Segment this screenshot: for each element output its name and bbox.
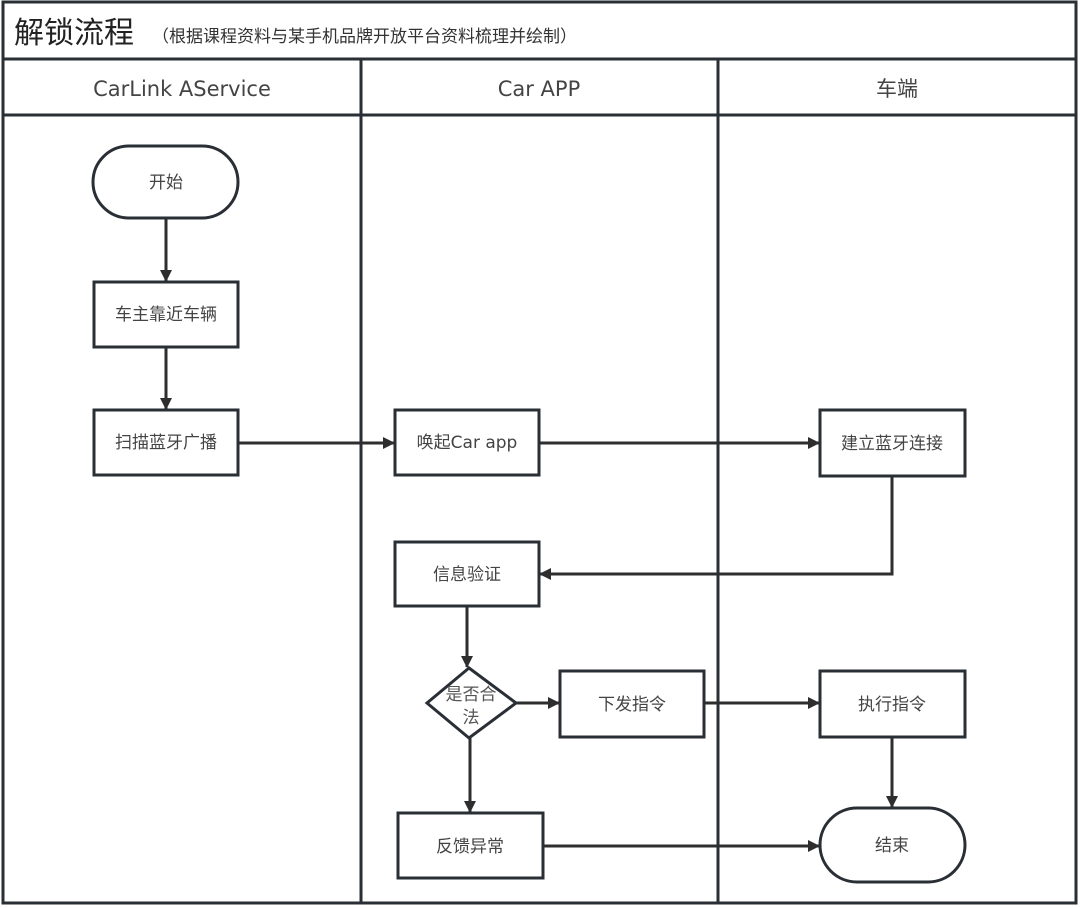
node-verify-information[interactable]: 信息验证 [393,540,541,608]
node-end[interactable]: 结束 [818,806,967,884]
lane-header-vehicle: 车端 [876,77,918,101]
node-label: 唤起Car app [417,433,518,453]
node-label: 建立蓝牙连接 [841,434,943,454]
node-label-line-1: 是否合 [446,685,497,705]
node-establish-bluetooth-connection[interactable]: 建立蓝牙连接 [818,408,967,478]
node-dispatch-command[interactable]: 下发指令 [558,669,706,739]
node-label: 结束 [875,836,909,856]
node-label: 执行指令 [858,695,926,715]
node-owner-approaches-vehicle[interactable]: 车主靠近车辆 [92,280,240,349]
node-label: 开始 [149,173,183,193]
node-report-exception[interactable]: 反馈异常 [396,811,545,880]
node-execute-command[interactable]: 执行指令 [818,669,967,739]
diagram-title: 解锁流程 [14,16,134,51]
edge-connect-to-verify [539,476,894,580]
node-is-legal-decision[interactable]: 是否合 法 [424,666,519,740]
edges [160,218,898,852]
lane-header-carlink-aservice: CarLink AService [93,77,271,101]
node-label-line-2: 法 [463,708,480,728]
node-label: 下发指令 [598,695,666,715]
node-label: 信息验证 [433,565,501,585]
node-label: 反馈异常 [436,837,504,857]
node-wake-car-app[interactable]: 唤起Car app [393,408,541,477]
lane-header-car-app: Car APP [498,77,581,101]
node-label: 车主靠近车辆 [115,305,217,325]
diagram-subtitle: （根据课程资料与某手机品牌开放平台资料梳理并绘制） [152,27,577,47]
node-start[interactable]: 开始 [91,144,240,220]
node-label: 扫描蓝牙广播 [115,433,217,453]
node-scan-bluetooth-broadcast[interactable]: 扫描蓝牙广播 [92,408,240,477]
swimlane-diagram: 解锁流程 （根据课程资料与某手机品牌开放平台资料梳理并绘制） CarLink A… [1,0,1078,905]
